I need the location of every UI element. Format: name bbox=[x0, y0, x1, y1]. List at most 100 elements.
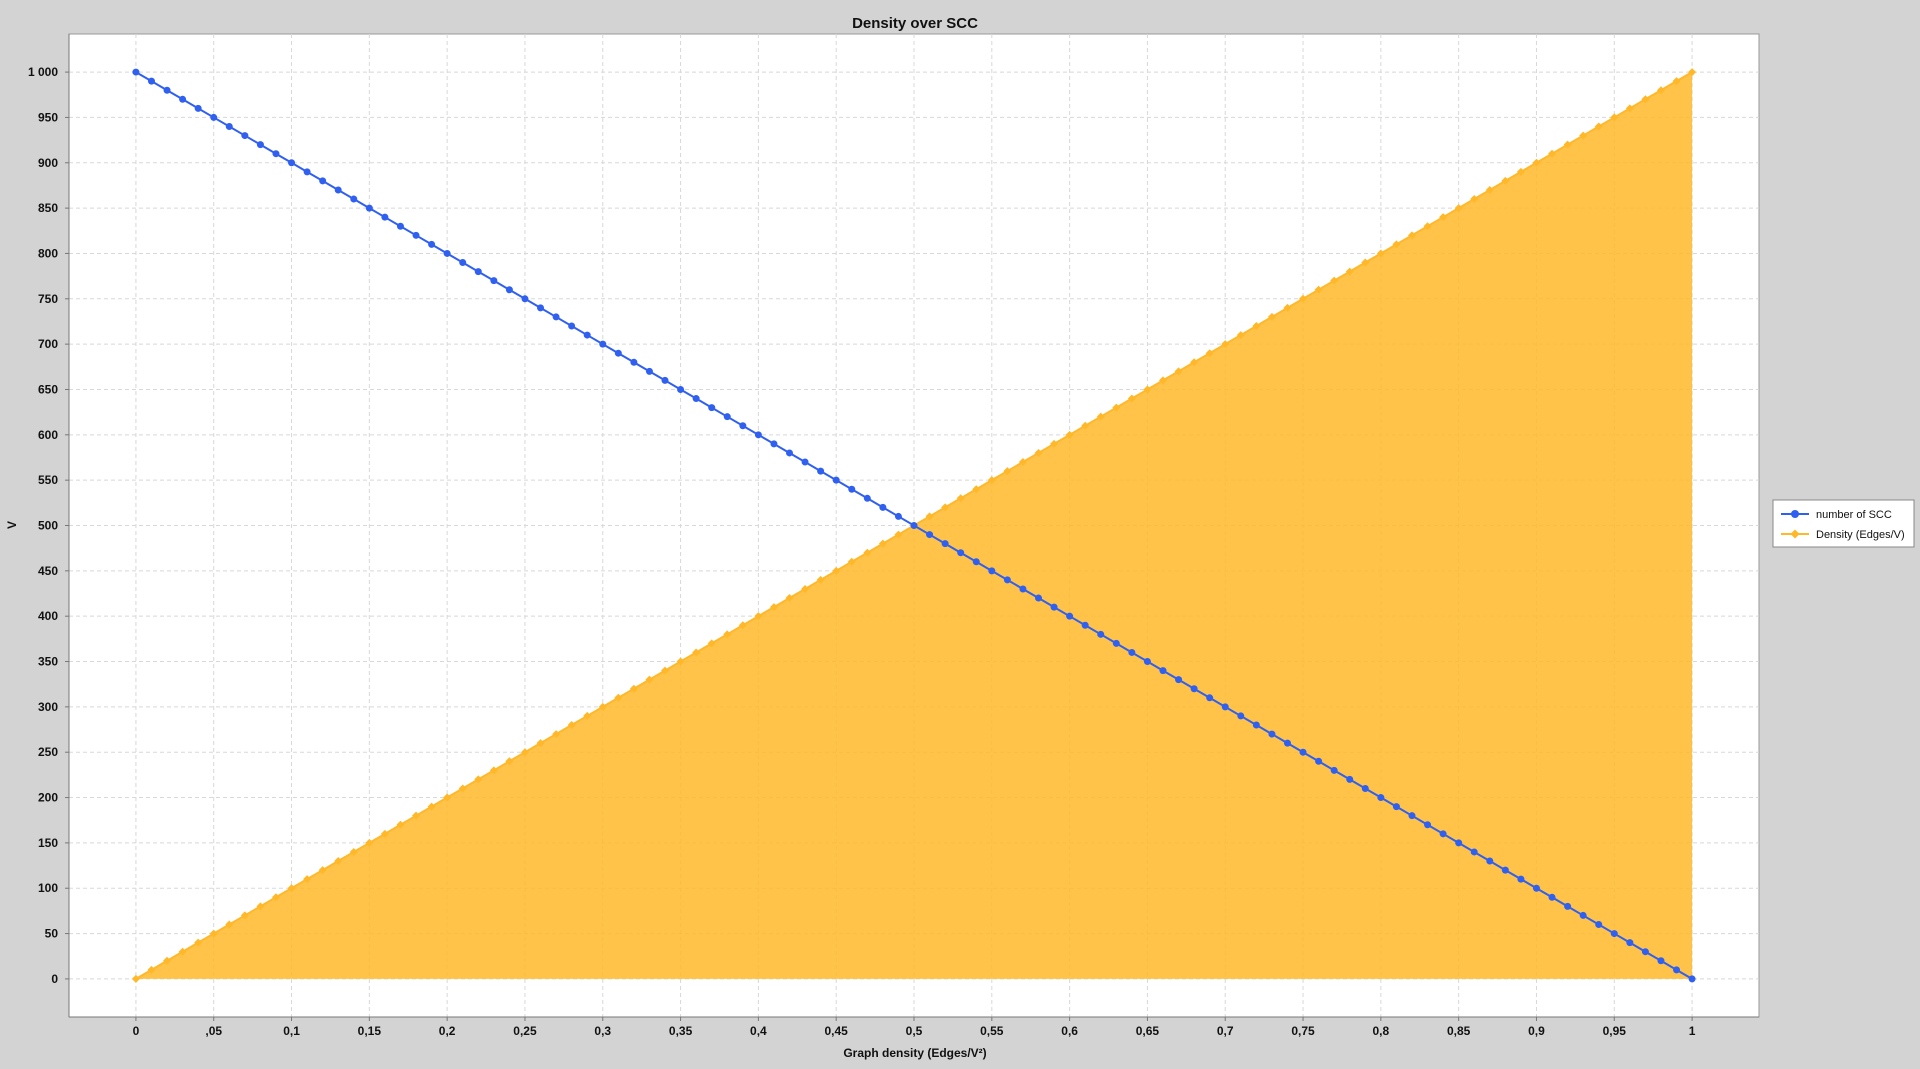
x-tick-label: 0,5 bbox=[906, 1024, 923, 1038]
scc-point bbox=[879, 503, 887, 511]
scc-point bbox=[1377, 794, 1385, 802]
scc-point bbox=[1673, 966, 1681, 974]
scc-point bbox=[630, 358, 638, 366]
scc-point bbox=[474, 268, 482, 276]
x-tick-label: 0,1 bbox=[283, 1024, 300, 1038]
scc-point bbox=[179, 95, 187, 103]
scc-point bbox=[537, 304, 545, 312]
scc-point bbox=[941, 540, 949, 548]
x-tick-label: 0,3 bbox=[594, 1024, 611, 1038]
scc-point bbox=[1003, 576, 1011, 584]
scc-point bbox=[1066, 612, 1074, 620]
scc-point bbox=[1532, 884, 1540, 892]
y-tick-label: 450 bbox=[38, 564, 58, 578]
scc-point bbox=[365, 204, 373, 212]
x-tick-label: 0,75 bbox=[1291, 1024, 1315, 1038]
y-tick-label: 900 bbox=[38, 156, 58, 170]
y-tick-label: 750 bbox=[38, 292, 58, 306]
y-axis-title: V bbox=[5, 521, 19, 529]
scc-point bbox=[1128, 648, 1136, 656]
scc-point bbox=[1237, 712, 1245, 720]
scc-point bbox=[1175, 676, 1183, 684]
scc-point bbox=[1688, 975, 1696, 983]
x-tick-label: 0,95 bbox=[1603, 1024, 1627, 1038]
y-tick-label: 300 bbox=[38, 700, 58, 714]
scc-point bbox=[1019, 585, 1027, 593]
scc-point bbox=[1610, 930, 1618, 938]
scc-point bbox=[1626, 939, 1634, 947]
x-tick-label: 0,45 bbox=[825, 1024, 849, 1038]
scc-point bbox=[1143, 658, 1151, 666]
scc-point bbox=[972, 558, 980, 566]
y-tick-label: 250 bbox=[38, 745, 58, 759]
scc-point bbox=[1346, 775, 1354, 783]
scc-point bbox=[786, 449, 794, 457]
y-tick-label: 400 bbox=[38, 609, 58, 623]
y-tick-label: 100 bbox=[38, 881, 58, 895]
scc-point bbox=[350, 195, 358, 203]
scc-point bbox=[1299, 748, 1307, 756]
y-tick-label: 200 bbox=[38, 791, 58, 805]
y-tick-label: 700 bbox=[38, 337, 58, 351]
x-tick-label: 0 bbox=[133, 1024, 140, 1038]
scc-point bbox=[303, 168, 311, 176]
scc-point bbox=[863, 494, 871, 502]
scc-point bbox=[412, 231, 420, 239]
scc-point bbox=[894, 512, 902, 520]
scc-point bbox=[490, 277, 498, 285]
x-tick-label: 0,4 bbox=[750, 1024, 767, 1038]
scc-point bbox=[599, 340, 607, 348]
scc-point bbox=[288, 159, 296, 167]
x-tick-label: 0,25 bbox=[513, 1024, 537, 1038]
x-tick-label: 0,15 bbox=[358, 1024, 382, 1038]
scc-point bbox=[1392, 803, 1400, 811]
legend-marker bbox=[1791, 510, 1799, 518]
scc-point bbox=[381, 213, 389, 221]
scc-point bbox=[443, 249, 451, 257]
scc-point bbox=[1159, 667, 1167, 675]
scc-point bbox=[521, 295, 529, 303]
scc-point bbox=[334, 186, 342, 194]
y-tick-label: 950 bbox=[38, 110, 58, 124]
scc-point bbox=[1641, 948, 1649, 956]
scc-point bbox=[848, 485, 856, 493]
y-tick-label: 350 bbox=[38, 655, 58, 669]
legend-label: Density (Edges/V) bbox=[1816, 529, 1905, 541]
scc-point bbox=[1517, 875, 1525, 883]
scc-point bbox=[1548, 893, 1556, 901]
scc-point bbox=[1657, 957, 1665, 965]
y-tick-label: 50 bbox=[45, 927, 59, 941]
y-tick-label: 1 000 bbox=[28, 65, 58, 79]
y-tick-label: 600 bbox=[38, 428, 58, 442]
scc-point bbox=[1455, 839, 1463, 847]
scc-point bbox=[459, 259, 467, 267]
scc-point bbox=[708, 404, 716, 412]
x-tick-label: ,05 bbox=[205, 1024, 222, 1038]
scc-point bbox=[1315, 757, 1323, 765]
scc-point bbox=[910, 522, 918, 529]
scc-point bbox=[225, 122, 233, 130]
scc-point bbox=[1501, 866, 1509, 874]
x-tick-label: 0,7 bbox=[1217, 1024, 1234, 1038]
legend-label: number of SCC bbox=[1816, 509, 1892, 521]
scc-point bbox=[568, 322, 576, 330]
scc-point bbox=[645, 367, 653, 375]
scc-point bbox=[505, 286, 513, 294]
scc-point bbox=[739, 422, 747, 430]
scc-point bbox=[1206, 694, 1214, 702]
x-axis-title: Graph density (Edges/V²) bbox=[843, 1046, 986, 1060]
scc-point bbox=[1470, 848, 1478, 856]
density-scc-chart: Density over SCC 0 ,05 0,1 0,15 0,2 0,25 0,3 0,… bbox=[5, 15, 1915, 1060]
scc-point bbox=[1330, 766, 1338, 774]
scc-point bbox=[319, 177, 327, 185]
scc-point bbox=[692, 395, 700, 403]
scc-point bbox=[1361, 784, 1369, 792]
scc-point bbox=[210, 113, 218, 121]
y-tick-label: 650 bbox=[38, 382, 58, 396]
scc-point bbox=[1034, 594, 1042, 602]
scc-point bbox=[163, 86, 171, 94]
scc-point bbox=[832, 476, 840, 484]
scc-point bbox=[1097, 630, 1105, 638]
scc-point bbox=[614, 349, 622, 357]
scc-point bbox=[1112, 639, 1120, 647]
